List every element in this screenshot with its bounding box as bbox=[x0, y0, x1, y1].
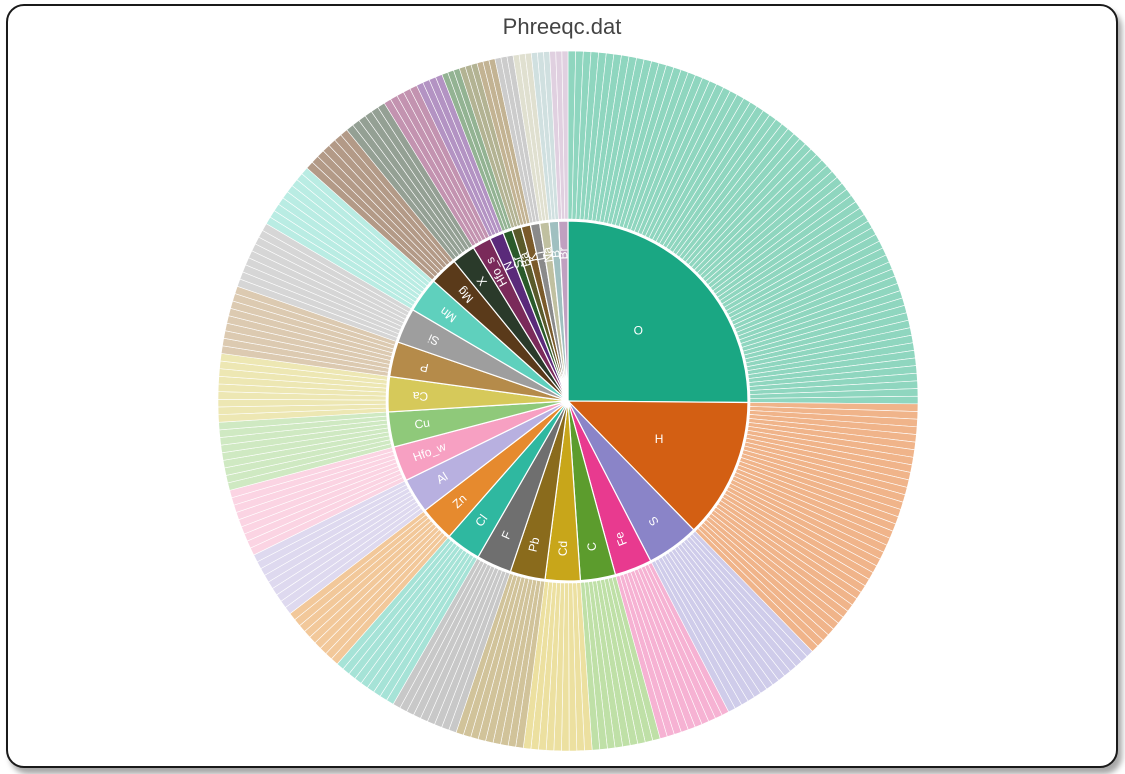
chart-card: Phreeqc.dat OHSFeCCdPbFClZnAlHfo_wCuCaPS… bbox=[6, 4, 1118, 768]
sunburst-chart: OHSFeCCdPbFClZnAlHfo_wCuCaPSiMnMgXHfo_sN… bbox=[8, 6, 1116, 766]
